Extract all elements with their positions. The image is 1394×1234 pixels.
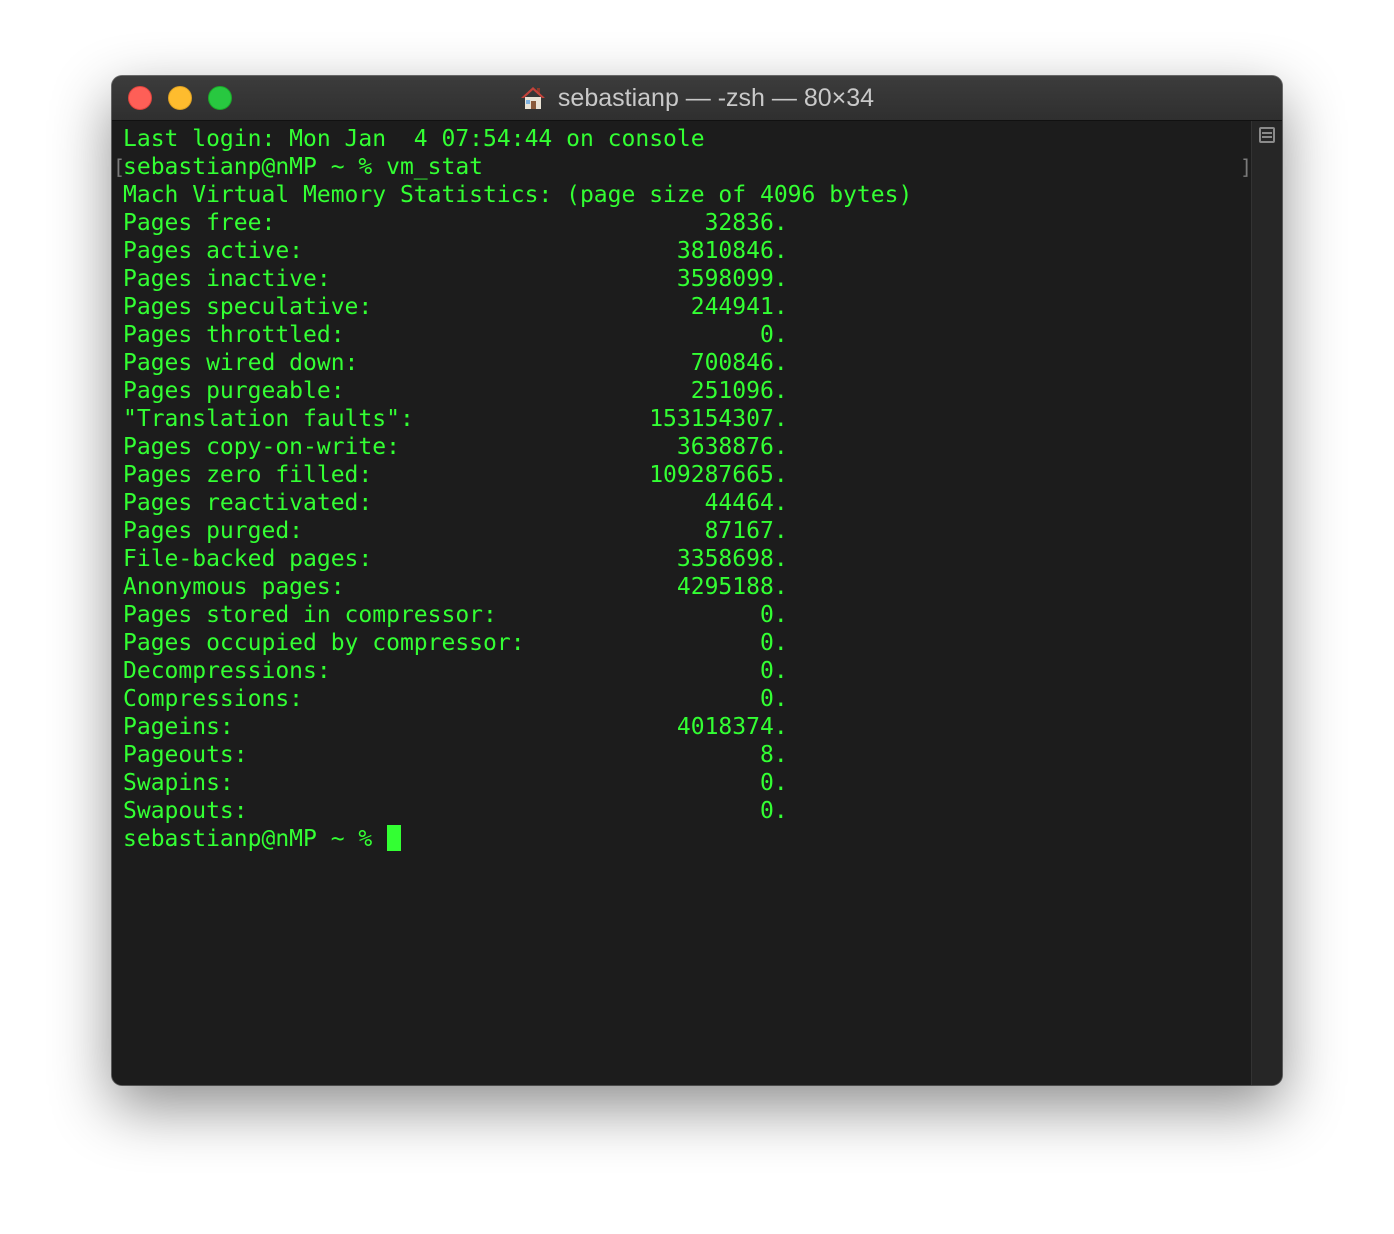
- stat-line: Pages active: 3810846.: [123, 238, 788, 264]
- stat-line: Pages occupied by compressor: 0.: [123, 630, 788, 656]
- stat-line: Anonymous pages: 4295188.: [123, 574, 788, 600]
- stat-line: Decompressions: 0.: [123, 658, 788, 684]
- stat-line: Pages free: 32836.: [123, 210, 788, 236]
- stat-line: Pages stored in compressor: 0.: [123, 602, 788, 628]
- stat-line: Pages wired down: 700846.: [123, 350, 788, 376]
- login-line: Last login: Mon Jan 4 07:54:44 on consol…: [123, 126, 705, 152]
- text-cursor: [387, 825, 402, 851]
- stat-line: Pages purged: 87167.: [123, 518, 788, 544]
- vmstat-header: Mach Virtual Memory Statistics: (page si…: [123, 182, 913, 208]
- scrollbar[interactable]: [1251, 121, 1282, 1085]
- title-bar[interactable]: sebastianp — -zsh — 80×34: [112, 76, 1282, 121]
- stat-line: Pageouts: 8.: [123, 742, 788, 768]
- stat-line: Pages throttled: 0.: [123, 322, 788, 348]
- stat-line: File-backed pages: 3358698.: [123, 546, 788, 572]
- stat-line: Pages purgeable: 251096.: [123, 378, 788, 404]
- stat-line: Compressions: 0.: [123, 686, 788, 712]
- stat-line: Pages zero filled: 109287665.: [123, 462, 788, 488]
- prompt-line[interactable]: sebastianp@nMP ~ %: [123, 825, 402, 853]
- shell-prompt: sebastianp@nMP ~ %: [123, 826, 387, 852]
- stat-line: Pages inactive: 3598099.: [123, 266, 788, 292]
- window-title: sebastianp — -zsh — 80×34: [557, 83, 875, 112]
- split-pane-icon[interactable]: [1259, 127, 1275, 143]
- window-title-container: sebastianp — -zsh — 80×34: [112, 76, 1282, 120]
- terminal-window: sebastianp — -zsh — 80×34 Last login: Mo…: [112, 76, 1282, 1085]
- stat-line: Swapouts: 0.: [123, 798, 788, 824]
- stat-line: "Translation faults": 153154307.: [123, 406, 788, 432]
- terminal-content[interactable]: Last login: Mon Jan 4 07:54:44 on consol…: [112, 121, 1252, 1085]
- stat-line: Pages copy-on-write: 3638876.: [123, 434, 788, 460]
- home-folder-icon[interactable]: [520, 85, 546, 111]
- stat-line: Pages speculative: 244941.: [123, 294, 788, 320]
- stat-line: Pageins: 4018374.: [123, 714, 788, 740]
- stat-line: Swapins: 0.: [123, 770, 788, 796]
- stat-line: Pages reactivated: 44464.: [123, 490, 788, 516]
- command-line: sebastianp@nMP ~ % vm_stat: [123, 154, 484, 180]
